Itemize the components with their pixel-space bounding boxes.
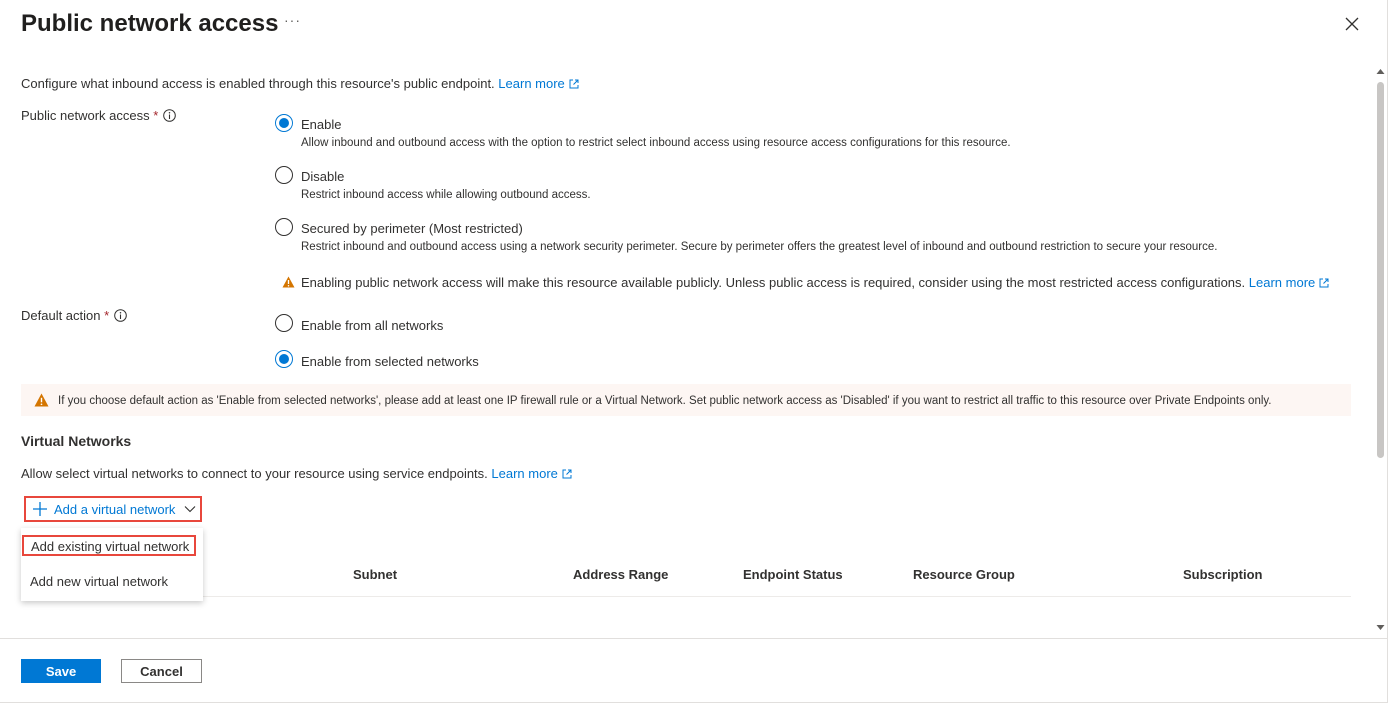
plus-icon — [33, 502, 47, 516]
page-title: Public network access — [21, 10, 279, 37]
radio-enable[interactable] — [275, 114, 293, 132]
more-options-button[interactable]: ··· — [284, 12, 301, 28]
external-link-icon — [562, 469, 572, 479]
external-link-icon — [1319, 278, 1329, 288]
column-header-endpoint-status[interactable]: Endpoint Status — [743, 567, 843, 582]
option-all-networks-label: Enable from all networks — [301, 318, 444, 333]
close-icon — [1345, 17, 1359, 31]
radio-secured-by-perimeter[interactable] — [275, 218, 293, 236]
menu-item-add-new-vnet[interactable]: Add new virtual network — [21, 567, 203, 597]
save-button[interactable]: Save — [21, 659, 101, 683]
column-header-address-range[interactable]: Address Range — [573, 567, 668, 582]
radio-enable-all-networks[interactable] — [275, 314, 293, 332]
warning-icon — [34, 393, 49, 407]
column-header-subscription[interactable]: Subscription — [1183, 567, 1262, 582]
radio-enable-selected-networks[interactable] — [275, 350, 293, 368]
public-access-warning: Enabling public network access will make… — [301, 275, 1329, 291]
virtual-networks-heading: Virtual Networks — [21, 433, 132, 449]
vertical-scrollbar[interactable] — [1373, 66, 1388, 638]
warning-learn-more-link[interactable]: Learn more — [1249, 275, 1329, 290]
info-icon[interactable] — [163, 109, 177, 122]
required-marker: * — [104, 308, 110, 323]
selected-networks-notice: If you choose default action as 'Enable … — [21, 384, 1351, 416]
footer-divider — [0, 638, 1388, 639]
option-perimeter-description: Restrict inbound and outbound access usi… — [301, 241, 1218, 253]
option-enable-description: Allow inbound and outbound access with t… — [301, 137, 1011, 149]
option-selected-networks-label: Enable from selected networks — [301, 354, 479, 369]
add-virtual-network-menu: Add existing virtual network Add new vir… — [21, 528, 203, 601]
notice-text: If you choose default action as 'Enable … — [58, 395, 1272, 407]
public-access-label: Public network access * — [21, 108, 177, 124]
blade-panel: Public network access ··· Configure what… — [0, 0, 1388, 703]
column-header-subnet[interactable]: Subnet — [353, 567, 397, 582]
option-perimeter-label: Secured by perimeter (Most restricted) — [301, 221, 523, 236]
info-icon[interactable] — [114, 309, 127, 322]
default-action-label: Default action * — [21, 308, 127, 324]
radio-disable[interactable] — [275, 166, 293, 184]
column-header-resource-group[interactable]: Resource Group — [913, 567, 1015, 582]
scroll-down-arrow-icon[interactable] — [1376, 624, 1385, 631]
required-marker: * — [153, 108, 159, 123]
option-disable-label: Disable — [301, 169, 345, 184]
cancel-button[interactable]: Cancel — [121, 659, 202, 683]
add-virtual-network-button[interactable]: Add a virtual network — [24, 496, 202, 522]
learn-more-link[interactable]: Learn more — [498, 76, 579, 91]
vnet-learn-more-link[interactable]: Learn more — [491, 466, 572, 481]
option-disable-description: Restrict inbound access while allowing o… — [301, 189, 591, 201]
option-enable-label: Enable — [301, 117, 342, 132]
warning-icon — [282, 276, 295, 288]
scrollbar-thumb[interactable] — [1377, 82, 1384, 458]
menu-item-add-existing-vnet[interactable]: Add existing virtual network — [22, 535, 196, 556]
table-header-divider — [21, 596, 1351, 597]
description-text: Configure what inbound access is enabled… — [21, 76, 495, 91]
description-line: Configure what inbound access is enabled… — [21, 76, 579, 92]
virtual-networks-description: Allow select virtual networks to connect… — [21, 466, 572, 482]
external-link-icon — [569, 79, 579, 89]
scroll-up-arrow-icon[interactable] — [1376, 68, 1385, 75]
add-virtual-network-label: Add a virtual network — [54, 502, 176, 517]
chevron-down-icon — [184, 506, 196, 513]
close-button[interactable] — [1341, 13, 1363, 35]
